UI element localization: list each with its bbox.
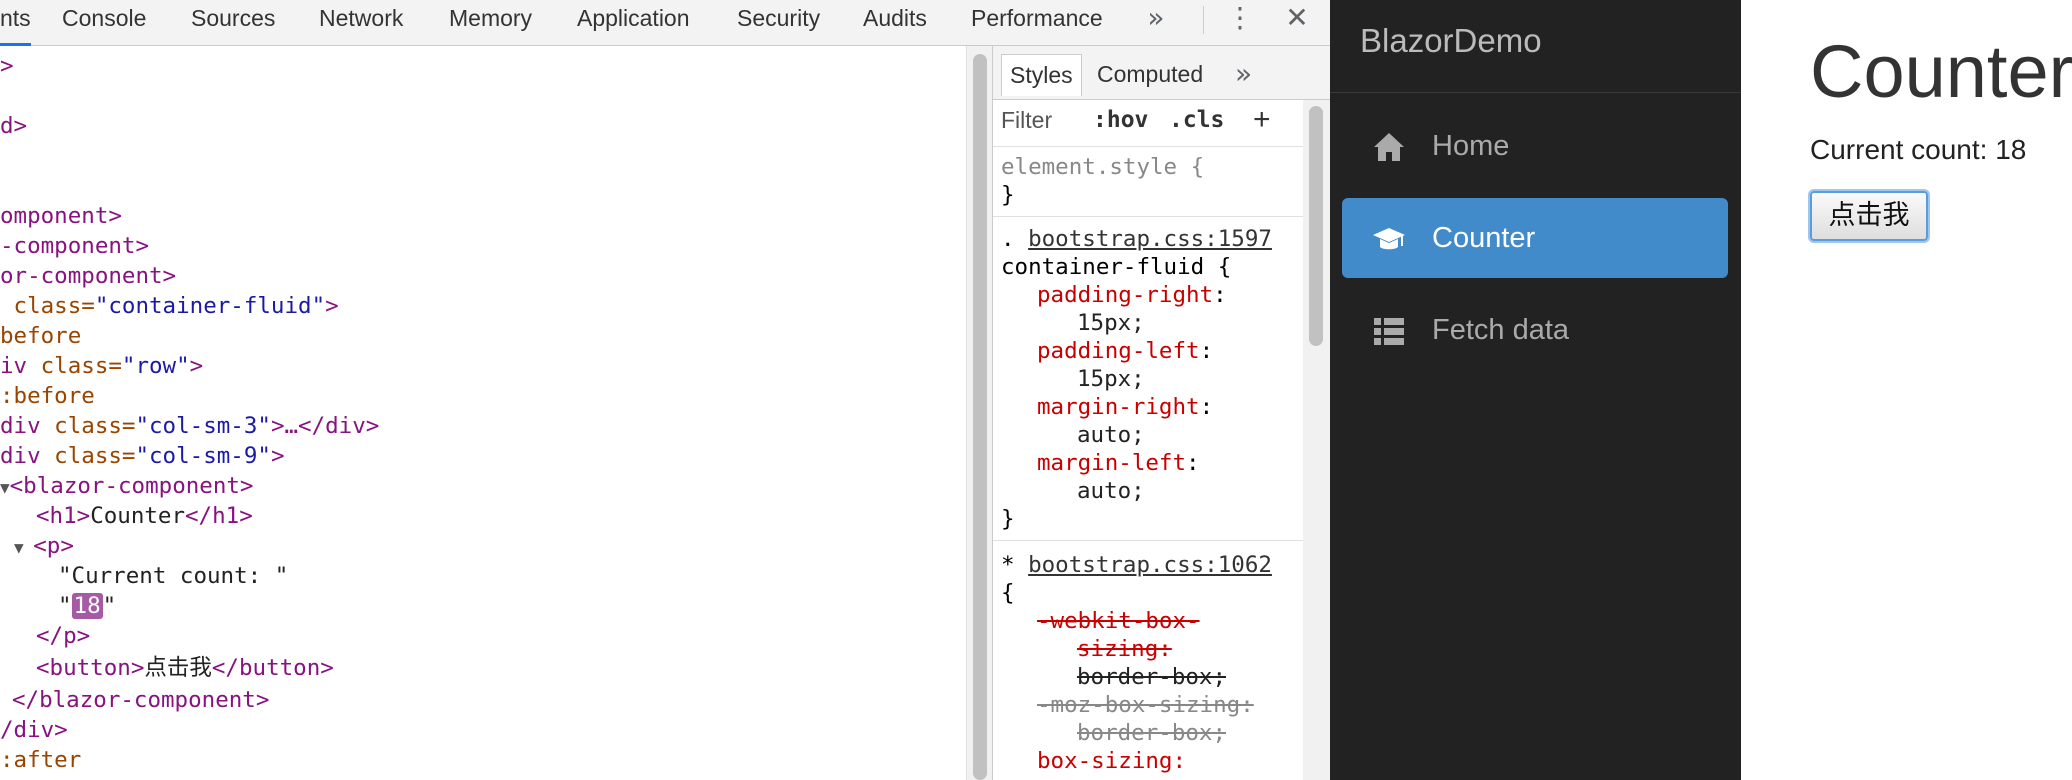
css-value-overridden[interactable]: border-box; (1077, 664, 1226, 690)
rule-selector: . bootstrap.css:1597 (1001, 226, 1272, 252)
dom-node[interactable]: omponent> (0, 201, 122, 231)
tab-security[interactable]: Security (737, 0, 820, 46)
filter-input[interactable]: Filter (1001, 100, 1052, 140)
more-tabs-icon[interactable]: » (1140, 0, 1172, 40)
current-count-text: Current count: 18 (1810, 134, 2027, 165)
css-property[interactable]: box-sizing: (1037, 748, 1186, 774)
increment-button[interactable]: 点击我 (1810, 191, 1928, 241)
close-icon[interactable]: ✕ (1280, 0, 1314, 40)
css-value[interactable]: 15px; (1077, 366, 1145, 392)
rule-close-brace: } (1001, 506, 1015, 532)
dom-node[interactable]: iv class="row"> (0, 351, 203, 381)
divider (1330, 92, 1741, 93)
more-tabs-icon[interactable]: » (1227, 54, 1260, 96)
tab-console[interactable]: Console (62, 0, 146, 46)
add-rule-icon[interactable]: + (1253, 100, 1271, 140)
dom-node[interactable]: </blazor-component> (12, 685, 269, 715)
brand-title[interactable]: BlazorDemo (1360, 18, 1542, 64)
text-node[interactable]: "18" (58, 591, 116, 621)
dom-node[interactable]: > (0, 51, 14, 81)
dom-node[interactable]: class="container-fluid"> (0, 291, 339, 321)
list-icon (1374, 318, 1404, 345)
divider (993, 146, 1303, 147)
tab-network[interactable]: Network (319, 0, 403, 46)
elements-tree: > d> omponent> -component> or-component>… (0, 46, 966, 780)
rule-open-brace: { (1001, 580, 1015, 606)
nav-item-fetch-data[interactable]: Fetch data (1342, 290, 1728, 370)
dom-node[interactable]: or-component> (0, 261, 176, 291)
dom-node[interactable]: div class="col-sm-3">…</div> (0, 411, 379, 441)
dom-node[interactable]: <button>点击我</button> (36, 653, 334, 683)
css-value[interactable]: 15px; (1077, 310, 1145, 336)
blazor-app: BlazorDemo Home Counter Fetch data Count… (1330, 0, 2072, 780)
dom-node[interactable]: ▼ <p> (14, 531, 74, 561)
nav-label: Home (1432, 130, 1510, 162)
dom-node[interactable]: div class="col-sm-9"> (0, 441, 284, 471)
rule-close-brace: } (1001, 182, 1015, 208)
dom-node[interactable]: ▼<blazor-component> (0, 471, 253, 501)
css-property[interactable]: margin-left: (1037, 450, 1200, 476)
scrollbar-thumb[interactable] (1309, 106, 1323, 346)
dom-node[interactable]: :after (0, 745, 81, 775)
nav-label: Counter (1432, 222, 1536, 254)
tab-memory[interactable]: Memory (449, 0, 532, 46)
hov-toggle[interactable]: :hov (1093, 100, 1148, 140)
rule-selector: * bootstrap.css:1062 (1001, 552, 1272, 578)
kebab-menu-icon[interactable]: ⋮ (1224, 0, 1256, 40)
text-node[interactable]: "Current count: " (58, 561, 288, 591)
scrollbar-thumb[interactable] (973, 54, 987, 780)
graduation-cap-icon (1373, 228, 1405, 250)
expand-triangle-icon[interactable]: ▼ (0, 478, 10, 497)
styles-panel: Styles Computed » Filter :hov .cls + ele… (993, 46, 1330, 780)
rule-selector: container-fluid { (1001, 254, 1232, 280)
dom-node[interactable]: </p> (36, 621, 90, 651)
source-link[interactable]: bootstrap.css:1597 (1028, 226, 1272, 252)
rule-element-style[interactable]: element.style { (1001, 154, 1204, 180)
divider (993, 216, 1303, 217)
tab-performance[interactable]: Performance (971, 0, 1103, 46)
devtools-panel: nts Console Sources Network Memory Appli… (0, 0, 1330, 780)
css-value[interactable]: auto; (1077, 478, 1145, 504)
css-value-overridden[interactable]: border-box; (1077, 720, 1226, 746)
home-icon (1374, 133, 1404, 161)
source-link[interactable]: bootstrap.css:1062 (1028, 552, 1272, 578)
highlighted-value: 18 (71, 593, 103, 619)
css-property[interactable]: padding-right: (1037, 282, 1227, 308)
tab-elements[interactable]: nts (0, 0, 31, 46)
css-value[interactable]: auto; (1077, 422, 1145, 448)
sidebar: BlazorDemo Home Counter Fetch data (1330, 0, 1741, 780)
css-property[interactable]: padding-left: (1037, 338, 1213, 364)
tab-application[interactable]: Application (577, 0, 690, 46)
divider (993, 540, 1303, 541)
dom-node[interactable]: <h1>Counter</h1> (36, 501, 253, 531)
tab-audits[interactable]: Audits (863, 0, 927, 46)
nav-item-home[interactable]: Home (1342, 106, 1728, 186)
toolbar-divider (1203, 6, 1204, 34)
tab-computed[interactable]: Computed (1089, 54, 1211, 96)
tab-sources[interactable]: Sources (191, 0, 275, 46)
main-content: Counter Current count: 18 点击我 (1741, 0, 2072, 780)
dom-node[interactable]: -component> (0, 231, 149, 261)
page-title: Counter (1810, 30, 2072, 113)
elements-scrollbar[interactable] (966, 46, 992, 780)
cls-toggle[interactable]: .cls (1169, 100, 1224, 140)
dom-node[interactable]: :before (0, 381, 95, 411)
styles-tab-bar: Styles Computed » (993, 46, 1330, 100)
styles-scrollbar[interactable] (1303, 100, 1330, 780)
css-property-overridden[interactable]: -webkit-box- (1037, 608, 1200, 634)
devtools-tab-bar: nts Console Sources Network Memory Appli… (0, 0, 1330, 46)
dom-node[interactable]: before (0, 321, 81, 351)
nav-label: Fetch data (1432, 314, 1570, 346)
expand-triangle-icon[interactable]: ▼ (14, 538, 33, 557)
tab-styles[interactable]: Styles (1001, 54, 1082, 96)
css-property[interactable]: margin-right: (1037, 394, 1213, 420)
nav-item-counter[interactable]: Counter (1342, 198, 1728, 278)
dom-node[interactable]: /div> (0, 715, 68, 745)
css-property-overridden[interactable]: -moz-box-sizing: (1037, 692, 1254, 718)
css-property-overridden[interactable]: sizing: (1077, 636, 1172, 662)
dom-node[interactable]: d> (0, 111, 27, 141)
